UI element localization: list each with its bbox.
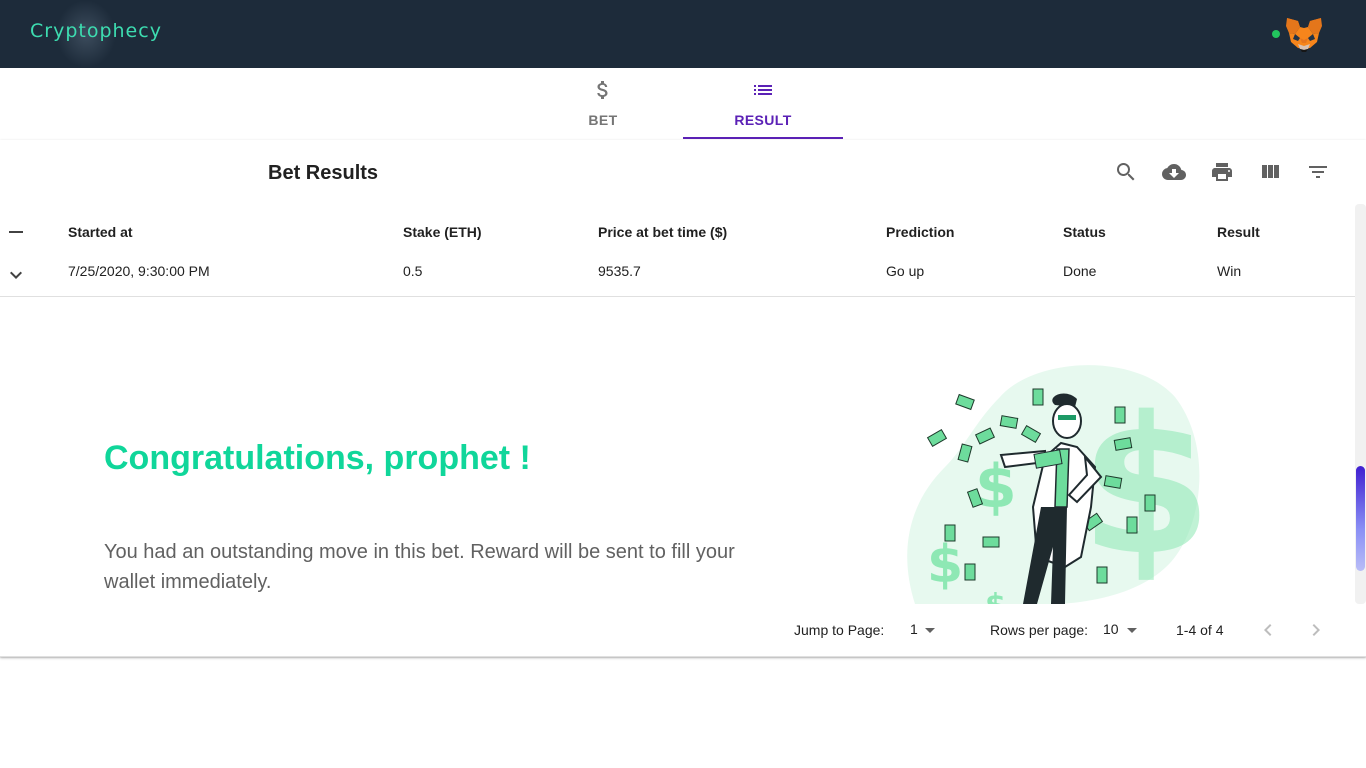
brand-logo[interactable]: Cryptophecy (30, 20, 162, 42)
next-page-icon[interactable] (1304, 618, 1328, 642)
previous-page-icon[interactable] (1256, 618, 1280, 642)
svg-text:$: $ (927, 535, 963, 595)
cell-price: 9535.7 (598, 263, 641, 279)
scrollbar-thumb[interactable] (1356, 466, 1365, 571)
table-header: Started at Stake (ETH) Price at bet time… (0, 212, 1356, 252)
cell-prediction: Go up (886, 263, 925, 279)
column-header-stake[interactable]: Stake (ETH) (403, 224, 482, 240)
rows-per-page-label: Rows per page: (990, 622, 1089, 638)
tab-bar: BET RESULT (523, 68, 843, 140)
print-icon[interactable] (1210, 160, 1234, 184)
connection-status-dot (1272, 30, 1280, 38)
column-header-started-at[interactable]: Started at (68, 224, 133, 240)
jump-to-page-value: 1 (910, 621, 918, 637)
view-columns-icon[interactable] (1258, 160, 1282, 184)
expanded-row-details: Congratulations, prophet ! You had an ou… (0, 297, 1356, 604)
caret-down-icon (1127, 628, 1137, 633)
dollar-icon (523, 78, 683, 107)
metamask-fox-icon[interactable] (1284, 14, 1324, 54)
table-title: Bet Results (268, 162, 379, 184)
cell-result: Win (1217, 263, 1242, 279)
column-header-result[interactable]: Result (1217, 224, 1260, 240)
list-icon (683, 78, 843, 107)
congrats-heading: Congratulations, prophet ! (104, 439, 531, 477)
chevron-down-icon[interactable] (4, 263, 28, 287)
app-bar: Cryptophecy (0, 0, 1366, 68)
congrats-message: You had an outstanding move in this bet.… (104, 541, 735, 593)
cell-status: Done (1063, 263, 1097, 279)
filter-icon[interactable] (1306, 160, 1330, 184)
rows-per-page-value: 10 (1103, 621, 1119, 637)
tab-result-label: RESULT (734, 112, 792, 128)
cell-stake: 0.5 (403, 263, 423, 279)
money-celebration-illustration: $ $ $ $ (907, 365, 1205, 604)
caret-down-icon (925, 628, 935, 633)
collapse-all-icon[interactable] (9, 231, 23, 233)
table-pagination: Jump to Page: 1 Rows per page: 10 1-4 of… (0, 604, 1356, 656)
svg-text:$: $ (1080, 376, 1205, 597)
svg-text:$: $ (985, 588, 1006, 604)
download-icon[interactable] (1162, 160, 1186, 184)
tab-indicator (683, 137, 843, 139)
table-row[interactable]: 7/25/2020, 9:30:00 PM 0.5 9535.7 Go up D… (0, 252, 1356, 297)
tab-bet-label: BET (588, 112, 618, 128)
cell-started-at: 7/25/2020, 9:30:00 PM (68, 263, 210, 279)
column-header-prediction[interactable]: Prediction (886, 224, 954, 240)
pagination-range: 1-4 of 4 (1176, 622, 1224, 638)
column-header-price[interactable]: Price at bet time ($) (598, 224, 727, 240)
column-header-status[interactable]: Status (1063, 224, 1106, 240)
jump-to-page-label: Jump to Page: (794, 622, 885, 638)
tab-result[interactable]: RESULT (683, 68, 843, 140)
tab-bet[interactable]: BET (523, 68, 683, 140)
results-table-card: Bet Results Started at Stake (ETH) Price… (0, 140, 1366, 657)
search-icon[interactable] (1114, 160, 1138, 184)
